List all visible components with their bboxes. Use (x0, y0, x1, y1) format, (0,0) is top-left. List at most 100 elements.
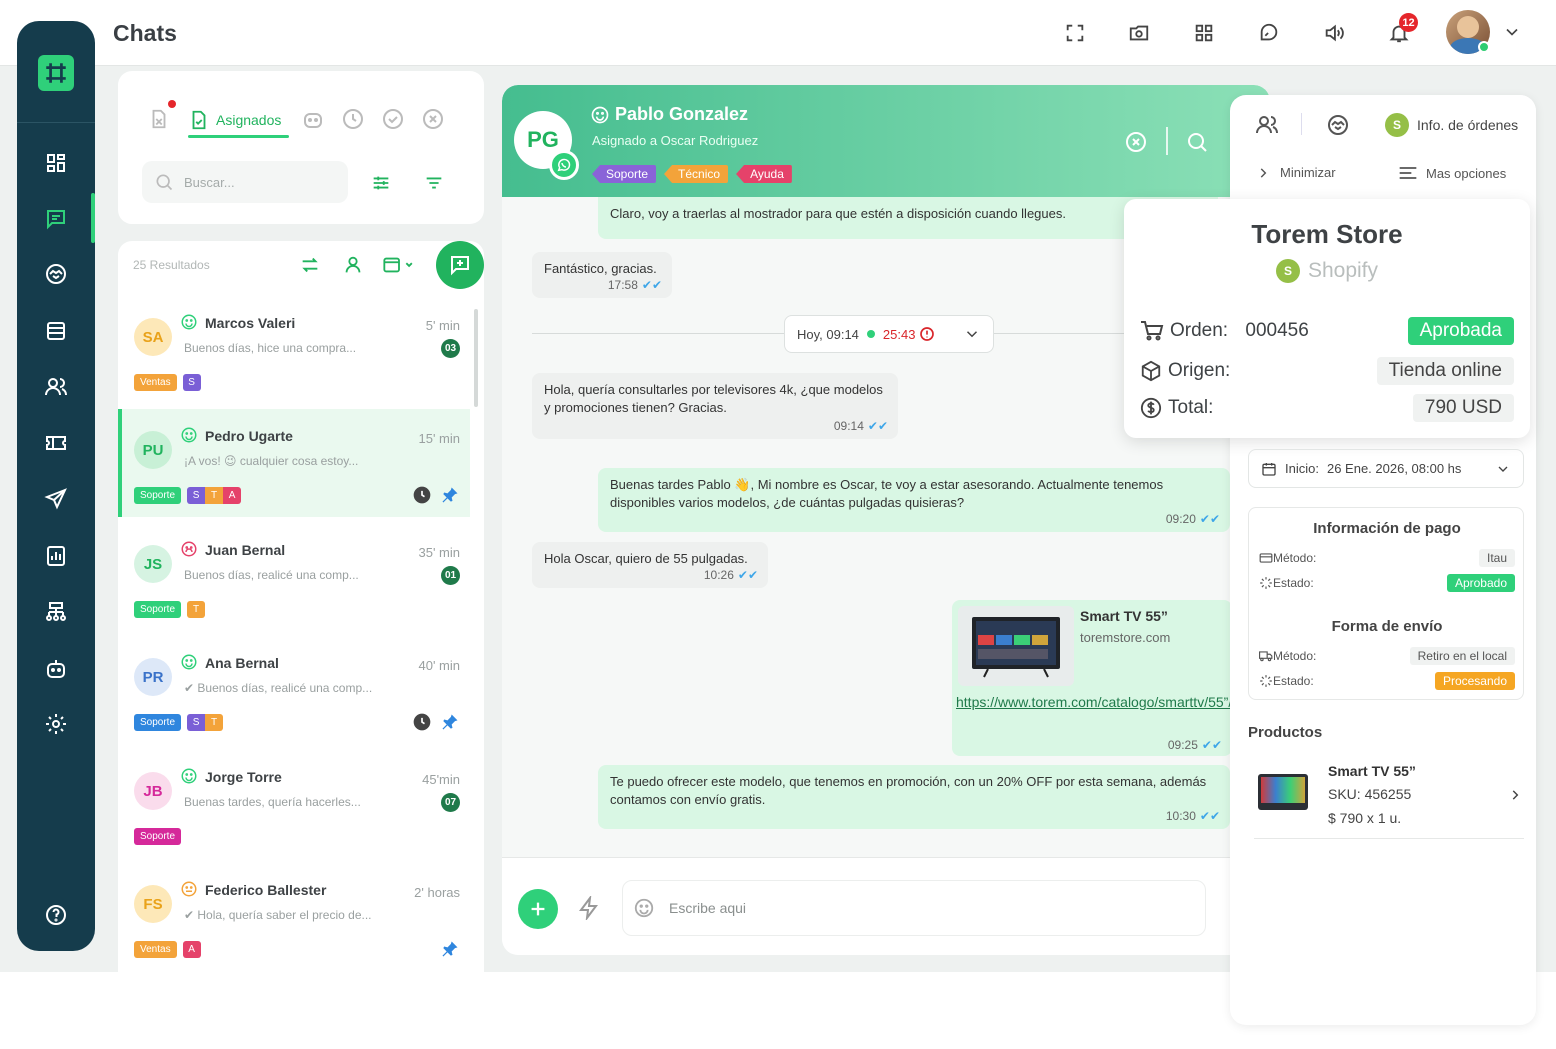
bot-filter-icon[interactable] (301, 107, 325, 131)
new-chat-button[interactable] (436, 241, 484, 289)
apps-grid-icon[interactable] (1190, 19, 1218, 47)
chat-actions (440, 939, 460, 959)
message-input[interactable] (669, 900, 1169, 916)
filter-icon[interactable] (422, 171, 446, 195)
camera-folder-icon[interactable] (1125, 19, 1153, 47)
list-scrollbar[interactable] (474, 309, 478, 407)
ticket-icon[interactable] (41, 428, 71, 458)
settings-icon[interactable] (41, 709, 71, 739)
chat-list-item[interactable]: SA Marcos Valeri Buenos días, hice una c… (118, 296, 470, 404)
bot-icon[interactable] (41, 654, 71, 684)
search-icon[interactable] (1185, 130, 1209, 154)
lightning-icon[interactable] (577, 896, 601, 920)
date-pill[interactable]: Hoy, 09:14 25:43 (784, 315, 994, 353)
origin-value: Tienda online (1376, 357, 1514, 385)
contact-avatar: FS (134, 885, 172, 923)
handshake-icon[interactable] (41, 259, 71, 289)
new-message-icon (451, 256, 469, 276)
send-icon[interactable] (41, 484, 71, 514)
emoji-icon[interactable] (633, 897, 655, 919)
tab-order-info-label: Info. de órdenes (1417, 117, 1519, 133)
window-select-icon[interactable] (379, 253, 419, 277)
shipping-status-row: Estado: Procesando (1259, 671, 1515, 691)
start-label: Inicio: (1285, 461, 1319, 476)
tab-deals[interactable] (1323, 109, 1353, 141)
pin-icon[interactable] (440, 485, 460, 505)
help-icon[interactable] (41, 900, 71, 930)
fullscreen-icon[interactable] (1061, 19, 1089, 47)
tab-contacts[interactable] (1252, 109, 1282, 141)
pin-icon[interactable] (440, 712, 460, 732)
tag-soporte[interactable]: Soporte (592, 165, 657, 183)
check-filter-icon[interactable] (381, 107, 405, 131)
message-text: Hola Oscar, quiero de 55 pulgadas. (544, 551, 748, 566)
minimize-button[interactable]: Minimizar (1256, 165, 1336, 180)
top-bar: Chats 12 (0, 0, 1556, 66)
chat-icon[interactable] (41, 204, 71, 234)
product-item[interactable]: Smart TV 55” SKU: 456255 $ 790 x 1 u. (1254, 752, 1524, 839)
info-tabs: S Info. de órdenes (1230, 95, 1536, 155)
order-number: 000456 (1245, 320, 1309, 341)
user-filter-icon[interactable] (341, 253, 365, 277)
contact-avatar: SA (134, 318, 172, 356)
status-dot (866, 330, 875, 338)
calendar-icon (1262, 462, 1276, 476)
users-icon[interactable] (41, 372, 71, 402)
close-conversation-icon[interactable] (1124, 130, 1148, 154)
sliders-icon[interactable] (369, 171, 393, 195)
dashboard-icon[interactable] (41, 148, 71, 178)
mini-tags: STA (187, 487, 242, 504)
transfer-icon[interactable] (298, 253, 322, 277)
chat-list-item[interactable]: FS Federico Ballester ✔ Hola, quería sab… (118, 863, 470, 971)
clock-filter-icon[interactable] (341, 107, 365, 131)
chat-list-item-active[interactable]: PU Pedro Ugarte ¡A vos! 😉 cualquier cosa… (118, 409, 470, 517)
org-chart-icon[interactable] (41, 597, 71, 627)
more-options-button[interactable]: Mas opciones (1398, 165, 1506, 181)
brand-logo-icon[interactable] (38, 55, 74, 91)
sidebar-nav (17, 21, 95, 951)
assigned-agent: Asignado a Oscar Rodriguez (592, 133, 759, 148)
box-icon (1141, 360, 1161, 382)
clock-icon[interactable] (412, 712, 432, 732)
payment-method-row: Método: Itau (1259, 548, 1515, 568)
message-text: Hola, quería consultarles por televisore… (544, 382, 883, 415)
active-indicator (91, 193, 95, 243)
message-time: 2' horas (414, 885, 460, 900)
double-check-icon: ✔✔ (867, 419, 888, 433)
mini-tag: A (182, 941, 201, 958)
stats-icon[interactable] (41, 541, 71, 571)
pin-icon[interactable] (440, 939, 460, 959)
chat-actions (412, 712, 460, 732)
date-label: Hoy, 09:14 (797, 326, 859, 342)
chat-bubble-icon[interactable] (1255, 19, 1283, 47)
volume-icon[interactable] (1320, 19, 1348, 47)
contact-name: Marcos Valeri (205, 315, 296, 331)
message-time: 09:20 ✔✔ (1165, 512, 1220, 526)
tab-asignados-label: Asignados (216, 112, 282, 128)
unassigned-file-icon[interactable] (147, 107, 171, 131)
clock-icon[interactable] (412, 485, 432, 505)
double-check-icon: ✔✔ (1201, 738, 1222, 752)
chat-list-item[interactable]: PR Ana Bernal ✔ Buenos días, realicé una… (118, 636, 470, 744)
tab-asignados[interactable]: Asignados (188, 107, 281, 133)
chat-list-item[interactable]: JS Juan Bernal Buenos días, realicé una … (118, 523, 470, 631)
chevron-down-icon[interactable] (1502, 22, 1522, 47)
tag-tecnico[interactable]: Técnico (664, 165, 729, 183)
message-text: Buenas tardes Pablo 👋, Mi nombre es Osca… (610, 477, 1164, 510)
mini-tag: T (187, 601, 206, 618)
chat-list-item[interactable]: JB Jorge Torre Buenas tardes, quería hac… (118, 750, 470, 858)
smile-icon (181, 768, 197, 784)
start-date-dropdown[interactable]: Inicio: 26 Ene. 2026, 08:00 hs (1248, 449, 1524, 488)
message-preview: Buenos días, realicé una comp... (184, 568, 359, 582)
tag-label: Ventas (134, 374, 177, 391)
attach-button[interactable] (518, 889, 558, 929)
link-preview-message[interactable]: Smart TV 55” toremstore.com https://www.… (952, 600, 1270, 756)
product-link[interactable]: https://www.torem.com/catalogo/smarttv/5… (956, 692, 1270, 712)
list-icon[interactable] (41, 316, 71, 346)
tab-order-info[interactable]: S Info. de órdenes (1373, 95, 1536, 155)
contact-avatar: JB (134, 772, 172, 810)
payment-method-value: Itau (1478, 549, 1515, 567)
tag-ayuda[interactable]: Ayuda (736, 165, 792, 183)
search-input[interactable] (184, 174, 334, 190)
closed-filter-icon[interactable] (421, 107, 445, 131)
